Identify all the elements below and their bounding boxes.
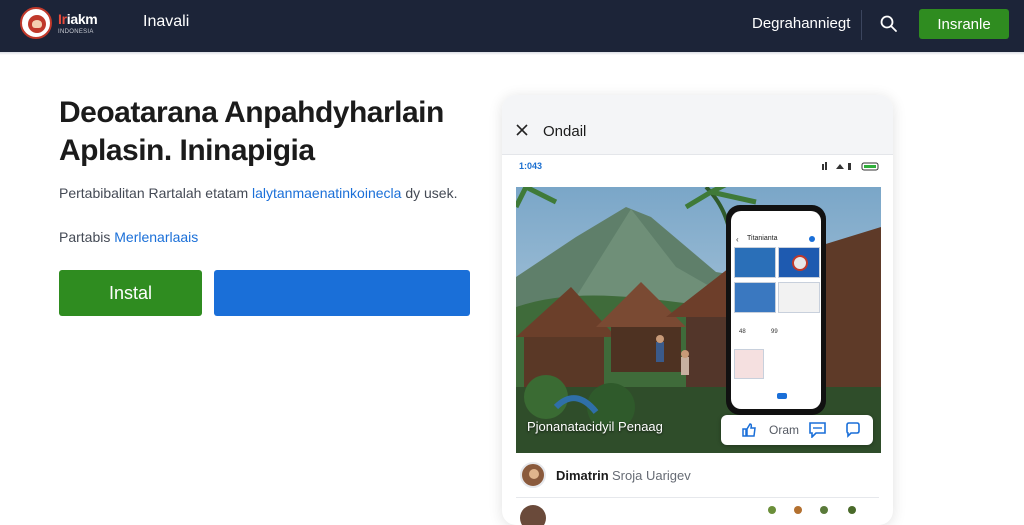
- secondary-button[interactable]: [214, 270, 470, 316]
- comment-author[interactable]: Dimatrin: [556, 468, 609, 483]
- toolbar-label: Oram: [769, 423, 799, 437]
- mini-back-icon: ‹: [736, 235, 739, 244]
- mini-stat-a: 48: [739, 329, 746, 335]
- hero-meta: Partabis Merlenarlaais: [59, 229, 199, 245]
- photo-caption: Pjonanatacidyil Penaag: [527, 419, 663, 434]
- like-icon[interactable]: [741, 422, 757, 438]
- wifi-icon: [836, 164, 844, 169]
- card-divider: [516, 497, 879, 498]
- mini-tile-map: [734, 349, 764, 379]
- card-title: Ondail: [543, 123, 587, 140]
- comment-text: Sroja Uarigev: [612, 468, 691, 483]
- mini-tile-hut: [734, 247, 776, 278]
- meta-link[interactable]: Merlenarlaais: [114, 229, 198, 245]
- page-title: Deoatarana Anpahdyharlain Aplasin. Inina…: [59, 96, 444, 167]
- mini-action-button: [777, 393, 787, 399]
- avatar[interactable]: [520, 462, 546, 488]
- mini-phone-screen: ‹ Titanianta 48 99: [731, 211, 821, 409]
- mini-tile-logo: [778, 247, 820, 278]
- village-scene-image: [516, 187, 881, 453]
- logo-wordmark[interactable]: Iriakm: [58, 11, 98, 27]
- comment-row[interactable]: Dimatrin Sroja Uarigev: [520, 462, 880, 492]
- comment-icon[interactable]: [809, 422, 826, 438]
- mini-tile-items: [778, 282, 820, 313]
- nav-link[interactable]: Inavali: [143, 13, 189, 31]
- mini-tile-people: [734, 282, 776, 313]
- nav-right-link[interactable]: Degrahanniegt: [752, 15, 850, 32]
- status-time: 1:043: [519, 161, 543, 171]
- mini-profile-dot: [809, 236, 815, 242]
- chat-icon[interactable]: [845, 422, 861, 438]
- install-button[interactable]: Instal: [59, 270, 202, 316]
- nav-install-button[interactable]: Insranle: [919, 9, 1009, 39]
- mini-phone-title: Titanianta: [747, 235, 778, 242]
- top-navbar: Iriakm INDONESIA Inavali Degrahanniegt I…: [0, 0, 1024, 52]
- village-photo[interactable]: ‹ Titanianta 48 99 Pjonanatacidyil Penaa…: [516, 187, 881, 453]
- photo-toolbar: Oram: [721, 415, 873, 445]
- reaction-icons: [768, 506, 856, 514]
- logo-icon[interactable]: [20, 7, 52, 39]
- comment-row-second[interactable]: [520, 505, 880, 525]
- close-icon[interactable]: [515, 123, 529, 137]
- logo-subtitle: INDONESIA: [58, 29, 94, 35]
- app-preview-card: Ondail 1:043 ‹ Titanianta 48 99 Pjonanat…: [502, 95, 893, 525]
- nav-divider: [861, 10, 862, 40]
- mini-stat-b: 99: [771, 329, 778, 335]
- hero-description: Pertabibalitan Rartalah etatam lalytanma…: [59, 185, 458, 201]
- description-link[interactable]: lalytanmaenatinkoinecla: [252, 185, 401, 201]
- status-icons: [822, 162, 879, 171]
- search-icon[interactable]: [879, 14, 899, 34]
- mini-phone-mockup: ‹ Titanianta 48 99: [726, 205, 826, 415]
- card-header: Ondail: [502, 95, 893, 155]
- navbar-shadow: [0, 52, 1024, 55]
- avatar-second[interactable]: [520, 505, 546, 525]
